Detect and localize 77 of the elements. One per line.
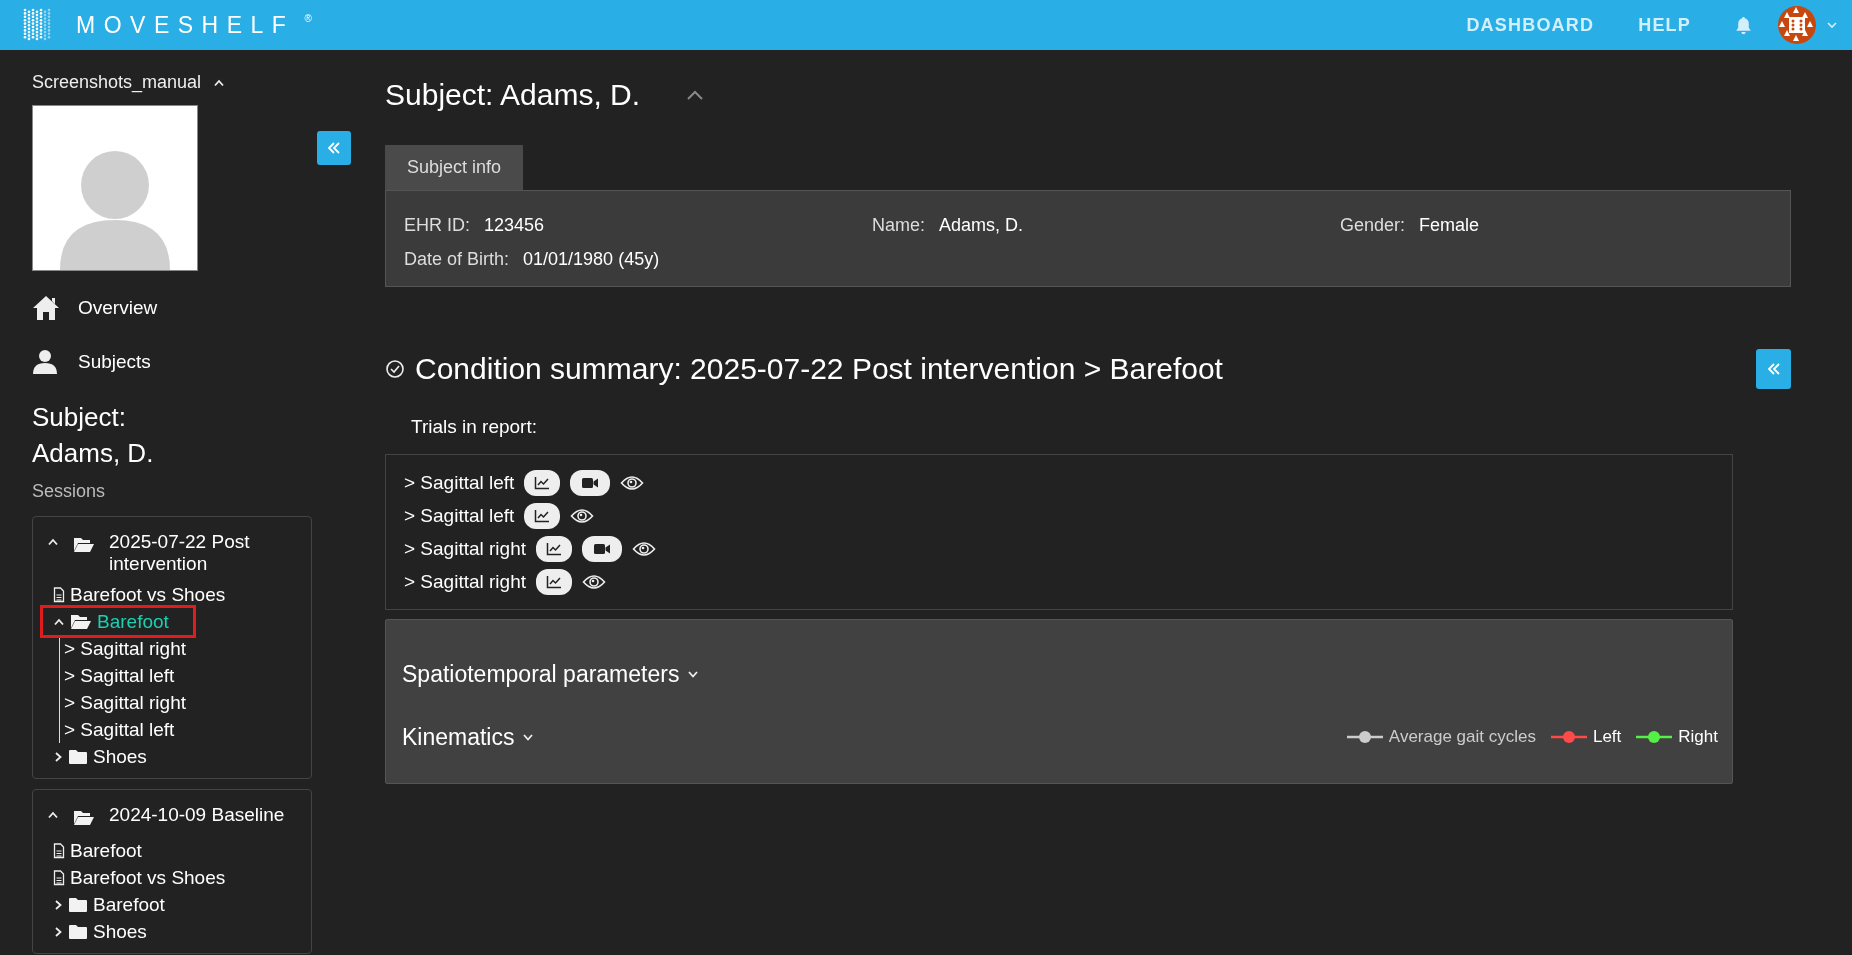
section-toggle[interactable]: Kinematics: [402, 723, 515, 751]
nav-link[interactable]: Overview: [78, 297, 158, 319]
legend-label: Average gait cycles: [1388, 727, 1536, 747]
folder-icon: [68, 923, 88, 940]
line-chart-icon: [534, 508, 551, 523]
field-label: Name:: [872, 215, 925, 236]
caret-up-icon[interactable]: [47, 809, 59, 821]
field-label: EHR ID:: [404, 215, 470, 236]
chart-button[interactable]: [524, 502, 561, 529]
video-button[interactable]: [582, 535, 622, 562]
chart-button[interactable]: [536, 568, 572, 595]
double-chevron-left-icon: [1766, 362, 1781, 376]
eye-icon[interactable]: [632, 539, 656, 558]
tab[interactable]: Subject info: [385, 145, 524, 190]
video-camera-icon: [593, 542, 611, 555]
section-label: Sessions: [32, 481, 107, 502]
trial-link[interactable]: > Sagittal left: [64, 718, 175, 741]
open-folder-icon: [73, 536, 95, 553]
caret-right-icon[interactable]: [53, 750, 63, 763]
field-label: Date of Birth:: [404, 249, 510, 270]
eye-icon[interactable]: [582, 572, 606, 591]
report-item[interactable]: Barefoot: [70, 839, 142, 862]
document-icon: [53, 842, 65, 859]
video-camera-icon: [581, 476, 600, 489]
trial-link[interactable]: > Sagittal right: [404, 570, 526, 593]
check-circle-icon: [385, 359, 405, 379]
report-item[interactable]: Barefoot vs Shoes: [70, 583, 226, 606]
eye-icon[interactable]: [620, 473, 645, 492]
trial-link[interactable]: > Sagittal right: [64, 691, 186, 714]
trial-link[interactable]: > Sagittal left: [404, 471, 515, 494]
subject-name: Subject: Adams, D.: [32, 401, 155, 470]
caret-right-icon[interactable]: [53, 925, 63, 938]
line-chart-icon: [546, 541, 562, 556]
avatar-icon[interactable]: [1778, 6, 1816, 44]
folder-item[interactable]: Shoes: [93, 745, 147, 768]
chart-button[interactable]: [524, 469, 561, 496]
caret-up-icon[interactable]: [47, 536, 59, 548]
section-toggle[interactable]: Spatiotemporal parameters: [402, 660, 680, 688]
session-item[interactable]: 2024-10-09 Baseline: [109, 804, 285, 826]
session-item[interactable]: 2025-07-22 Post intervention: [109, 531, 301, 575]
document-icon: [53, 869, 65, 886]
project-name[interactable]: Screenshots_manual: [32, 72, 202, 93]
home-icon[interactable]: [32, 295, 60, 321]
report-item[interactable]: Barefoot vs Shoes: [70, 866, 226, 889]
nav-link[interactable]: Subjects: [78, 351, 151, 373]
registered-mark: ®: [304, 13, 312, 24]
eye-icon[interactable]: [570, 506, 595, 525]
caret-right-icon[interactable]: [53, 898, 63, 911]
trial-link[interactable]: > Sagittal right: [404, 537, 526, 560]
brand-name: MOVESHELF: [76, 11, 295, 40]
person-icon[interactable]: [32, 349, 60, 375]
trial-link[interactable]: > Sagittal left: [404, 504, 515, 527]
field-value: 123456: [484, 215, 545, 236]
folder-item[interactable]: Shoes: [93, 920, 147, 943]
folder-icon: [68, 748, 88, 765]
legend-label: Left: [1592, 727, 1622, 747]
field-value: 01/01/1980 (45y): [523, 249, 660, 270]
chart-button[interactable]: [536, 535, 572, 562]
field-label: Gender:: [1340, 215, 1406, 236]
section-title: Condition summary: 2025-07-22 Post intervention > Barefoot: [415, 352, 1223, 386]
folder-icon: [68, 896, 88, 913]
double-chevron-left-icon: [327, 141, 341, 155]
trial-link[interactable]: > Sagittal left: [64, 664, 175, 687]
trial-link[interactable]: > Sagittal right: [64, 637, 186, 660]
trials-label: Trials in report:: [411, 416, 538, 439]
open-folder-icon: [70, 613, 92, 630]
line-chart-icon: [546, 574, 562, 589]
line-chart-icon: [534, 475, 551, 490]
field-value: Adams, D.: [939, 215, 1024, 236]
document-icon: [53, 586, 65, 603]
legend-label: Right: [1678, 727, 1718, 747]
page-title: Subject: Adams, D.: [385, 78, 641, 112]
video-button[interactable]: [570, 469, 611, 496]
open-folder-icon: [73, 809, 95, 826]
folder-item[interactable]: Barefoot: [97, 610, 169, 633]
field-value: Female: [1419, 215, 1480, 236]
folder-item[interactable]: Barefoot: [93, 893, 165, 916]
